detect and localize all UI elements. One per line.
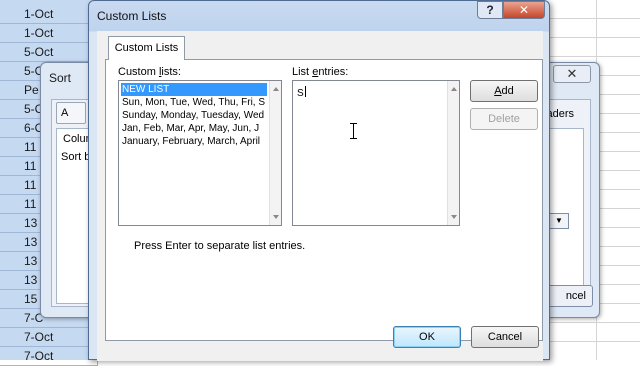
scrollbar[interactable] <box>447 81 459 225</box>
sort-dialog-title: Sort <box>49 71 72 85</box>
cell[interactable]: 7-Oct <box>0 347 98 366</box>
sort-close-button[interactable]: ✕ <box>553 65 591 83</box>
cell[interactable]: 1-Oct <box>0 5 98 24</box>
cell[interactable]: 5-Oct <box>0 43 98 62</box>
ok-button[interactable]: OK <box>393 326 461 348</box>
close-icon: ✕ <box>566 66 578 81</box>
add-level-button[interactable]: A <box>56 102 86 124</box>
text-caret <box>304 86 306 97</box>
cell[interactable]: 1-Oct <box>0 24 98 43</box>
scroll-up-icon[interactable] <box>273 87 279 91</box>
scroll-down-icon[interactable] <box>273 215 279 219</box>
list-item[interactable]: January, February, March, April <box>121 135 267 148</box>
cancel-button[interactable]: Cancel <box>471 326 539 348</box>
list-item[interactable]: Sun, Mon, Tue, Wed, Thu, Fri, S <box>121 96 267 109</box>
tab-panel: Custom lists: NEW LIST Sun, Mon, Tue, We… <box>105 59 543 341</box>
list-item[interactable]: NEW LIST <box>121 83 267 96</box>
scroll-up-icon[interactable] <box>451 87 457 91</box>
hint-text: Press Enter to separate list entries. <box>134 240 306 252</box>
add-level-label: A <box>61 107 69 119</box>
custom-lists-listbox[interactable]: NEW LIST Sun, Mon, Tue, Wed, Thu, Fri, S… <box>118 80 282 226</box>
dialog-body: Custom Lists Custom lists: NEW LIST Sun,… <box>97 31 543 361</box>
sort-cancel-button[interactable]: ncel <box>543 285 593 307</box>
scroll-down-icon[interactable] <box>451 215 457 219</box>
dialog-title: Custom Lists <box>97 9 167 23</box>
list-entries-text: S <box>297 86 306 99</box>
close-button[interactable]: ✕ <box>503 1 545 19</box>
help-button[interactable]: ? <box>477 1 503 19</box>
list-item[interactable]: Sunday, Monday, Tuesday, Wed <box>121 109 267 122</box>
custom-lists-dialog: Custom Lists ? ✕ Custom Lists Custom lis… <box>88 0 550 361</box>
cell[interactable]: 7-Oct <box>0 328 98 347</box>
list-item[interactable]: Jan, Feb, Mar, Apr, May, Jun, J <box>121 122 267 135</box>
chevron-down-icon[interactable]: ▼ <box>549 213 569 229</box>
text-cursor-icon <box>350 123 359 139</box>
list-entries-label: List entries: <box>292 66 349 78</box>
scrollbar[interactable] <box>269 81 281 225</box>
close-icon: ✕ <box>518 3 530 17</box>
custom-lists-label: Custom lists: <box>118 66 181 78</box>
help-icon: ? <box>486 3 494 17</box>
add-button[interactable]: Add <box>470 80 538 102</box>
delete-button[interactable]: Delete <box>470 108 538 130</box>
list-entries-textarea[interactable]: S <box>292 80 460 226</box>
tab-custom-lists[interactable]: Custom Lists <box>108 36 185 60</box>
